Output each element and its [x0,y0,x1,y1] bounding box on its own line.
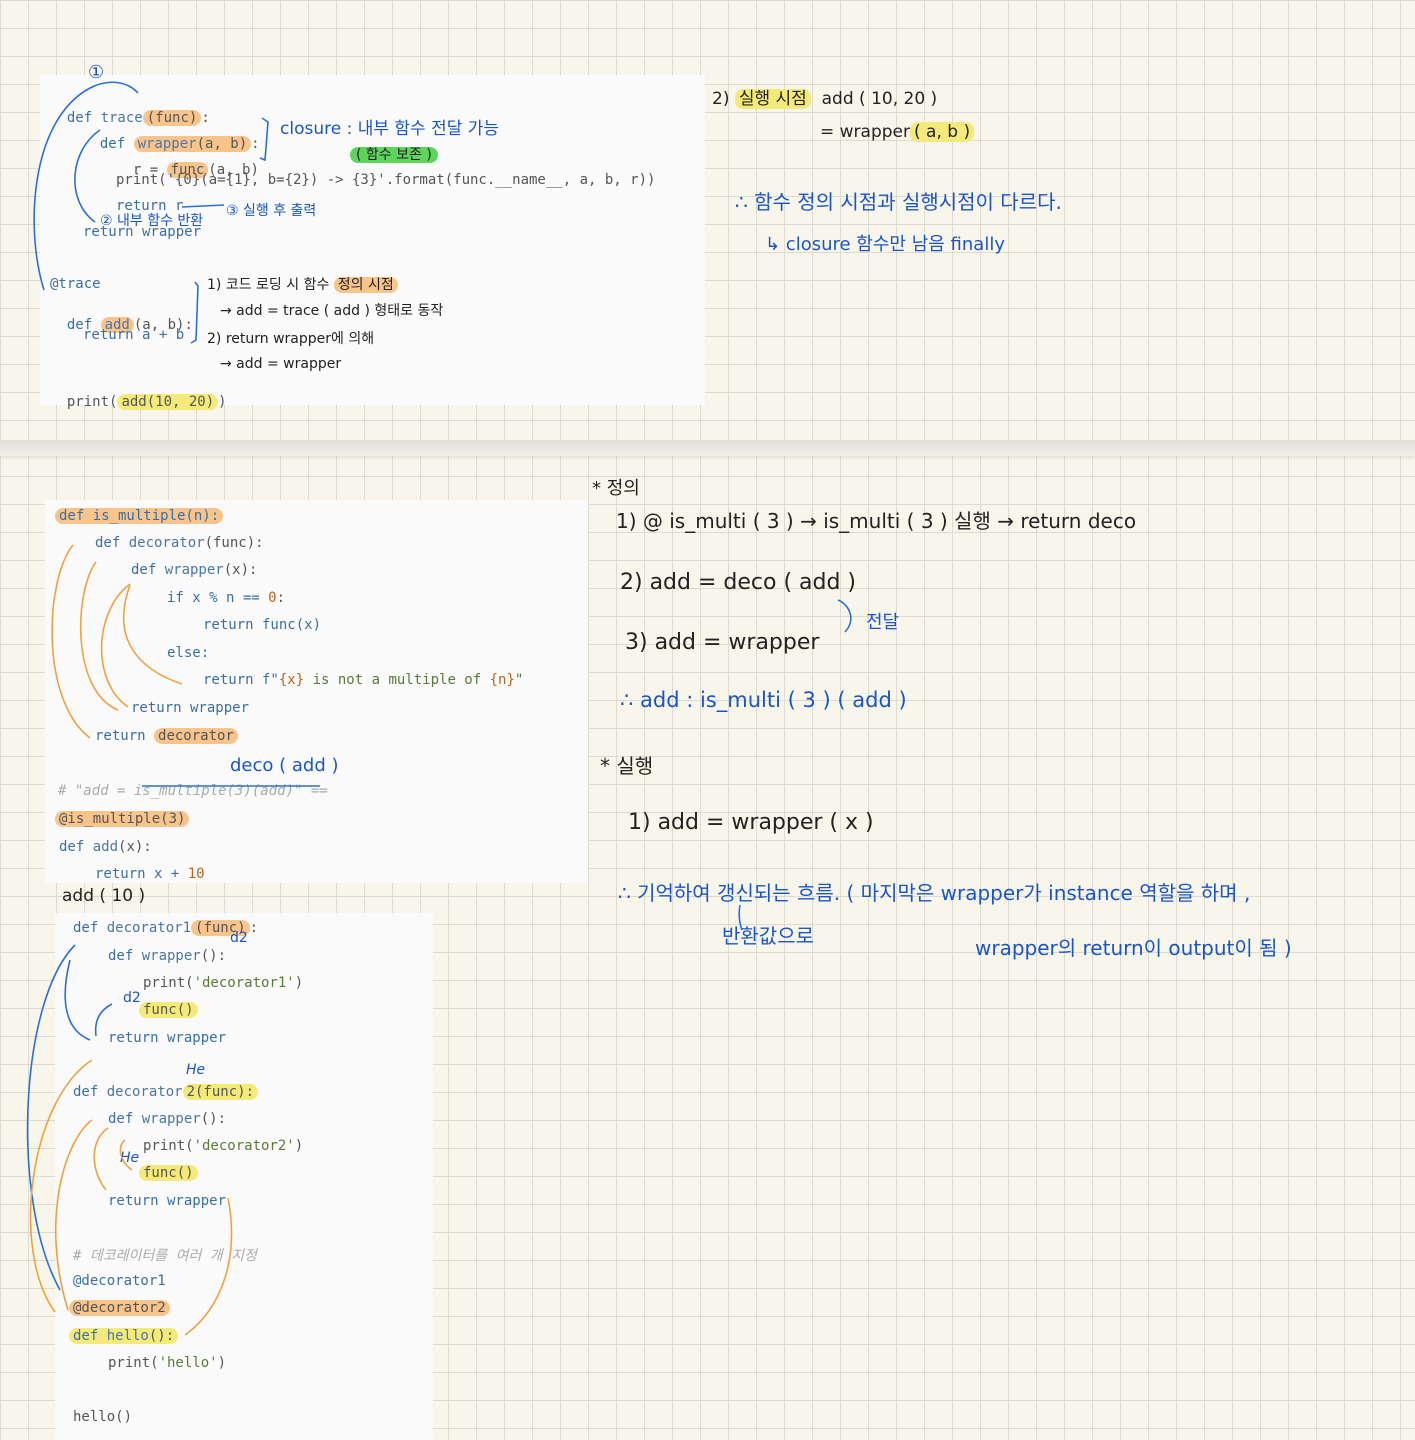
definition-conclusion: ∴ add : is_multi ( 3 ) ( add ) [620,688,907,712]
code-line: def add(x): [59,839,152,855]
code-line: return func(x) [203,617,322,633]
exec-heading: * 실행 [600,754,654,778]
definition-note-3: 2) return wrapper에 의해 [207,331,375,347]
flow-conclusion-2: 반환값으로 [722,924,814,948]
keep-note: ( 함수 보존 ) [350,144,438,164]
definition-heading: * 정의 [592,478,640,499]
code-line: print('decorator1') [143,975,304,991]
code-line: def is_multiple(n): [55,508,224,524]
exec-time-note: 2) 실행 시점 add ( 10, 20 ) [712,89,938,109]
inner-return-note: ② 내부 함수 반환 [100,213,204,229]
code-line: def wrapper(): [108,1111,227,1127]
section-divider [0,440,1415,456]
circle-number: ① [88,62,105,83]
definition-note-1: 1) 코드 로딩 시 함수 정의 시점 [207,274,398,294]
wrapper-note: = wrapper( a, b ) [820,122,975,142]
he-label: He [120,1150,140,1166]
code-line: print('{0}(a={1}, b={2}) -> {3}'.format(… [116,172,656,188]
code-line: return a + b [83,327,185,343]
code-line: @decorator1 [73,1273,166,1289]
add10-note: add ( 10 ) [62,886,146,906]
code-line: return wrapper [108,1193,227,1209]
code-line: print('hello') [108,1355,227,1371]
d2-label: d2 [123,990,141,1006]
closure-note: closure : 내부 함수 전달 가능 [280,119,500,139]
code-line: if x % n == 0: [167,590,286,606]
code-line: @trace [50,276,101,292]
code-comment: # "add = is_multiple(3)(add)" == [58,783,328,799]
definition-step-2: 2) add = deco ( add ) [620,570,857,595]
code-line: return wrapper [108,1030,227,1046]
code-line: func() [139,1165,198,1181]
flow-conclusion-1: ∴ 기억하여 갱신되는 흐름. ( 마지막은 wrapper가 instance… [618,881,1251,905]
definition-note-4: → add = wrapper [220,356,342,372]
code-line: @is_multiple(3) [55,811,190,827]
code-line: def wrapper(x): [131,562,258,578]
d2-label: d2 [230,930,248,946]
code-line: return x + 10 [95,866,205,882]
code-line: @decorator2 [69,1300,170,1316]
code-line: print('decorator2') [143,1138,304,1154]
definition-step-3: 3) add = wrapper [625,630,820,655]
code-line: return f"{x} is not a multiple of {n}" [203,672,524,688]
definition-step-1: 1) @ is_multi ( 3 ) → is_multi ( 3 ) 실행 … [616,509,1137,533]
code-line: func() [139,1002,198,1018]
code-comment: # 데코레이터를 여러 개 지정 [73,1248,257,1264]
definition-note-2: → add = trace ( add ) 형태로 동작 [220,303,444,319]
code-line: def decorator 2(func): [73,1084,259,1100]
code-line: def hello(): [69,1328,179,1344]
pass-note: 전달 [866,612,900,633]
code-line: print(add(10, 20)) [66,394,227,410]
flow-conclusion-3: wrapper의 return이 output이 됨 ) [975,936,1292,960]
code-line: hello() [73,1409,133,1425]
exec-output-note: ③ 실행 후 출력 [226,203,317,219]
code-line: def decorator(func): [95,535,264,551]
conclusion-note: ∴ 함수 정의 시점과 실행시점이 다르다. [735,190,1062,214]
deco-add-note: deco ( add ) [230,755,339,776]
code-line: def wrapper(): [108,948,227,964]
code-line: return wrapper [131,700,250,716]
exec-step-1: 1) add = wrapper ( x ) [628,810,874,835]
code-line: else: [167,645,210,661]
finally-note: ↳ closure 함수만 남음 finally [765,234,1005,255]
code-line: return decorator [95,728,238,744]
he-label: He [186,1062,206,1078]
